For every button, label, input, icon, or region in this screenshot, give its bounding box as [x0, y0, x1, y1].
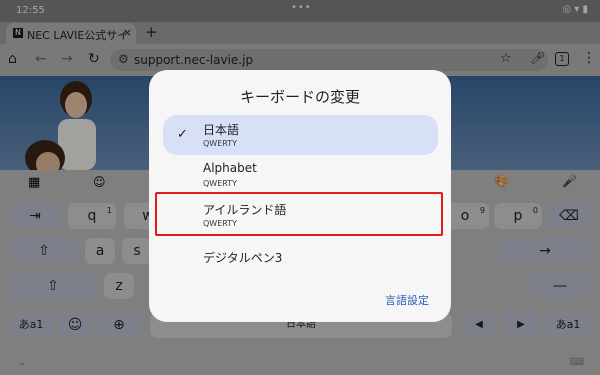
keyboard-option-alphabet[interactable]: Alphabet QWERTY [163, 155, 438, 195]
option-layout: QWERTY [203, 139, 238, 148]
option-name: デジタルペン3 [203, 251, 283, 265]
keyboard-option-digital-pen[interactable]: デジタルペン3 [163, 240, 438, 280]
change-keyboard-dialog: キーボードの変更 ✓ 日本語 QWERTY Alphabet QWERTY アイ… [149, 70, 451, 322]
check-icon: ✓ [177, 127, 188, 142]
keyboard-option-japanese[interactable]: ✓ 日本語 QWERTY [163, 115, 438, 155]
language-settings-link[interactable]: 言語設定 [385, 292, 429, 308]
dialog-title: キーボードの変更 [239, 88, 360, 106]
nav-collapse-icon[interactable]: ⌄ [18, 357, 26, 368]
keyboard-switch-icon[interactable]: ⌨ [570, 357, 584, 368]
option-layout: QWERTY [203, 179, 238, 188]
highlight-box [155, 192, 443, 236]
option-name: 日本語 [203, 123, 240, 137]
option-name: Alphabet [203, 161, 257, 175]
